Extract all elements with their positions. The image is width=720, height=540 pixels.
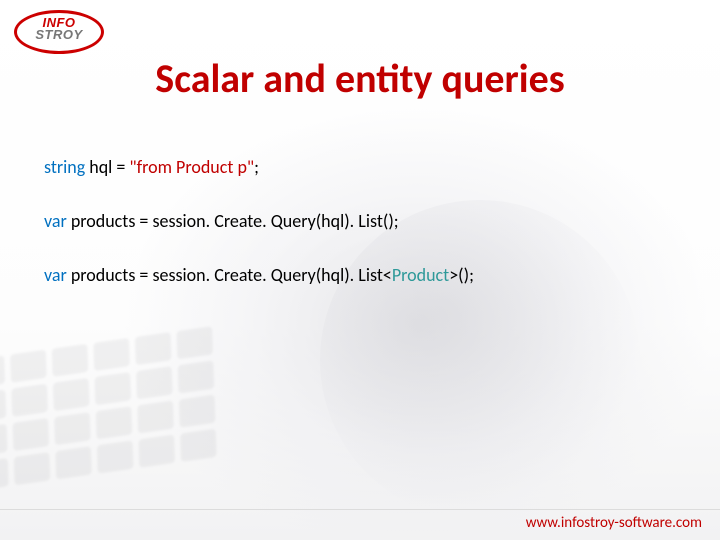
background-keyboard <box>0 319 272 532</box>
keyword-string: string <box>44 156 85 178</box>
slide: { "logo": { "line1": "INFO", "line2": "S… <box>0 0 720 540</box>
footer-url: www.infostroy-software.com <box>526 514 702 532</box>
string-literal: "from Product p" <box>129 156 254 178</box>
background-globe <box>320 200 640 520</box>
logo-line2: STROY <box>14 29 104 41</box>
type-parameter: Product <box>392 264 449 286</box>
keyword-var: var <box>44 210 67 232</box>
code-text: products = session. Create. Query(hql). … <box>67 264 392 286</box>
code-line-2: var products = session. Create. Query(hq… <box>44 210 664 232</box>
code-text: >(); <box>449 264 474 286</box>
code-line-3: var products = session. Create. Query(hq… <box>44 264 664 286</box>
logo-text: INFO STROY <box>14 17 104 41</box>
code-text: hql = <box>85 156 129 178</box>
code-text: products = session. Create. Query(hql). … <box>67 210 399 232</box>
slide-title: Scalar and entity queries <box>0 54 720 103</box>
code-line-1: string hql = "from Product p"; <box>44 156 664 178</box>
footer-divider <box>0 509 720 510</box>
brand-logo: INFO STROY <box>14 10 104 54</box>
code-text: ; <box>254 156 259 178</box>
keyword-var: var <box>44 264 67 286</box>
